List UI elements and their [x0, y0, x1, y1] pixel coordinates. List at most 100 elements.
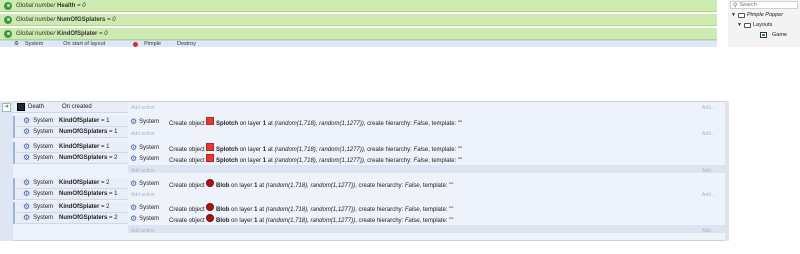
condition-object: System — [33, 118, 54, 124]
condition-op: = 1 — [101, 144, 110, 150]
search-icon: ⚲ — [733, 2, 738, 9]
blob-sprite-icon — [206, 178, 215, 187]
sub-event-condition[interactable]: ⚙ System KindOfSplater = 2 — [13, 202, 128, 213]
condition-variable: KindOfSplater — [59, 204, 100, 210]
sub-event-condition[interactable]: ⚙ System NumOfGSplaters = 1 — [13, 189, 128, 200]
gear-icon: ⚙ — [23, 178, 31, 187]
sub-event-condition[interactable]: ⚙ System NumOfGSplaters = 1 — [13, 127, 128, 138]
condition-variable: NumOfGSplaters — [59, 155, 108, 161]
action-row[interactable]: ⚙ System Create object Splotch on layer 1… — [128, 142, 462, 153]
global-var-row[interactable]: Global number NumOfGSplaters = 0 — [0, 14, 717, 26]
splotch-sprite-icon — [206, 142, 215, 151]
gear-icon: ⚙ — [23, 153, 31, 162]
add-action-link[interactable]: Add action Add... — [128, 104, 729, 112]
condition-variable: NumOfGSplaters — [59, 215, 108, 221]
action-object: System — [139, 118, 160, 125]
search-input[interactable] — [739, 2, 795, 8]
add-action-link[interactable]: Add action Add... — [128, 167, 729, 175]
gear-icon: ⚙ — [130, 202, 138, 212]
condition-object: System — [33, 155, 54, 161]
gear-icon: ⚙ — [14, 41, 19, 47]
layout-icon — [760, 32, 767, 38]
expand-arrow-icon: ▼ — [731, 12, 736, 18]
action-row[interactable]: ⚙ System Create object Blob on layer 1 at… — [128, 178, 454, 189]
gear-icon: ⚙ — [130, 178, 138, 188]
gear-icon: ⚙ — [23, 116, 31, 125]
project-search[interactable]: ⚲ — [730, 1, 798, 9]
add-link[interactable]: Add... — [702, 168, 715, 174]
tree-layouts-label: Layouts — [752, 22, 773, 28]
folder-icon — [737, 12, 745, 18]
condition-variable: NumOfGSplaters — [59, 129, 108, 135]
global-var-value: = 0 — [99, 30, 108, 37]
add-action-link[interactable]: Add action Add... — [128, 227, 729, 235]
death-object-icon — [17, 103, 25, 111]
action-text: Create object Blob on layer 1 at (random… — [169, 178, 454, 189]
condition-object: System — [33, 191, 54, 197]
gear-icon: ⚙ — [130, 213, 138, 223]
condition-op: = 1 — [109, 191, 118, 197]
add-action-label: Add action — [131, 105, 155, 111]
sub-event-condition[interactable]: ⚙ System NumOfGSplaters = 2 — [13, 213, 128, 224]
tree-game-label: Game — [772, 32, 787, 38]
global-var-prefix: Global number — [16, 30, 56, 37]
condition-object: System — [33, 180, 54, 186]
global-variable-icon — [4, 1, 12, 10]
condition-object: System — [33, 129, 54, 135]
event-row-partial[interactable]: ⚙ System On start of layout Pimple Destr… — [0, 40, 717, 47]
condition-text: On start of layout — [63, 41, 106, 47]
global-var-name: NumOfGSplaters — [57, 16, 106, 23]
global-var-row[interactable]: Global number Health = 0 — [0, 0, 717, 12]
global-variable-icon — [4, 15, 12, 24]
add-link[interactable]: Add... — [702, 228, 715, 234]
action-text: Create object Blob on layer 1 at (random… — [169, 213, 454, 224]
action-row[interactable]: ⚙ System Create object Splotch on layer 1… — [128, 116, 462, 127]
action-text: Create object Splotch on layer 1 at (ran… — [169, 153, 462, 164]
action-row[interactable]: ⚙ System Create object Splotch on layer 1… — [128, 153, 462, 164]
blob-sprite-icon — [206, 213, 215, 222]
gear-icon: ⚙ — [23, 202, 31, 211]
action-object: System — [139, 144, 160, 151]
expand-arrow-icon: ▼ — [737, 22, 742, 28]
global-var-name: Health — [57, 2, 76, 9]
add-link[interactable]: Add... — [702, 131, 715, 137]
action-row[interactable]: ⚙ System Create object Blob on layer 1 at… — [128, 202, 454, 213]
action-text: Create object Splotch on layer 1 at (ran… — [169, 116, 462, 127]
condition-text: On created — [62, 104, 92, 110]
action-object: System — [139, 155, 160, 162]
sub-event-condition[interactable]: ⚙ System KindOfSplater = 2 — [13, 178, 128, 189]
tree-layouts[interactable]: ▼ Layouts — [737, 22, 772, 28]
condition-object: System — [33, 215, 54, 221]
scrollbar[interactable] — [725, 101, 729, 241]
sub-event-condition[interactable]: ⚙ System NumOfGSplaters = 2 — [13, 153, 128, 164]
global-variable-icon — [4, 29, 12, 38]
expand-arrow-icon[interactable]: ➜ — [2, 103, 11, 112]
tree-layout-game[interactable]: Game — [760, 32, 787, 38]
action-object: System — [139, 215, 160, 222]
sub-event-condition[interactable]: ⚙ System KindOfSplater = 1 — [13, 116, 128, 127]
event-condition[interactable]: Death On created — [13, 102, 128, 113]
action-object: System — [139, 204, 160, 211]
global-var-prefix: Global number — [16, 16, 56, 23]
global-var-prefix: Global number — [16, 2, 56, 9]
folder-icon — [743, 22, 751, 28]
add-link[interactable]: Add... — [702, 192, 715, 198]
gear-icon: ⚙ — [23, 142, 31, 151]
gear-icon: ⚙ — [23, 189, 31, 198]
add-action-link[interactable]: Add action Add... — [128, 130, 729, 138]
add-action-link[interactable]: Add action Add... — [128, 191, 729, 199]
action-text: Create object Splotch on layer 1 at (ran… — [169, 142, 462, 153]
event-margin — [0, 101, 13, 241]
global-var-value: = 0 — [77, 2, 86, 9]
condition-op: = 2 — [101, 180, 110, 186]
blob-sprite-icon — [206, 202, 215, 211]
action-row[interactable]: ⚙ System Create object Blob on layer 1 at… — [128, 213, 454, 224]
tree-root[interactable]: ▼ Pimple Popper — [731, 12, 783, 18]
sub-event-condition[interactable]: ⚙ System KindOfSplater = 1 — [13, 142, 128, 153]
condition-op: = 1 — [101, 118, 110, 124]
gear-icon: ⚙ — [23, 213, 31, 222]
add-link[interactable]: Add... — [702, 105, 715, 111]
splotch-sprite-icon — [206, 116, 215, 125]
action-text: Create object Blob on layer 1 at (random… — [169, 202, 454, 213]
global-var-row[interactable]: Global number KindOfSplater = 0 — [0, 28, 717, 40]
